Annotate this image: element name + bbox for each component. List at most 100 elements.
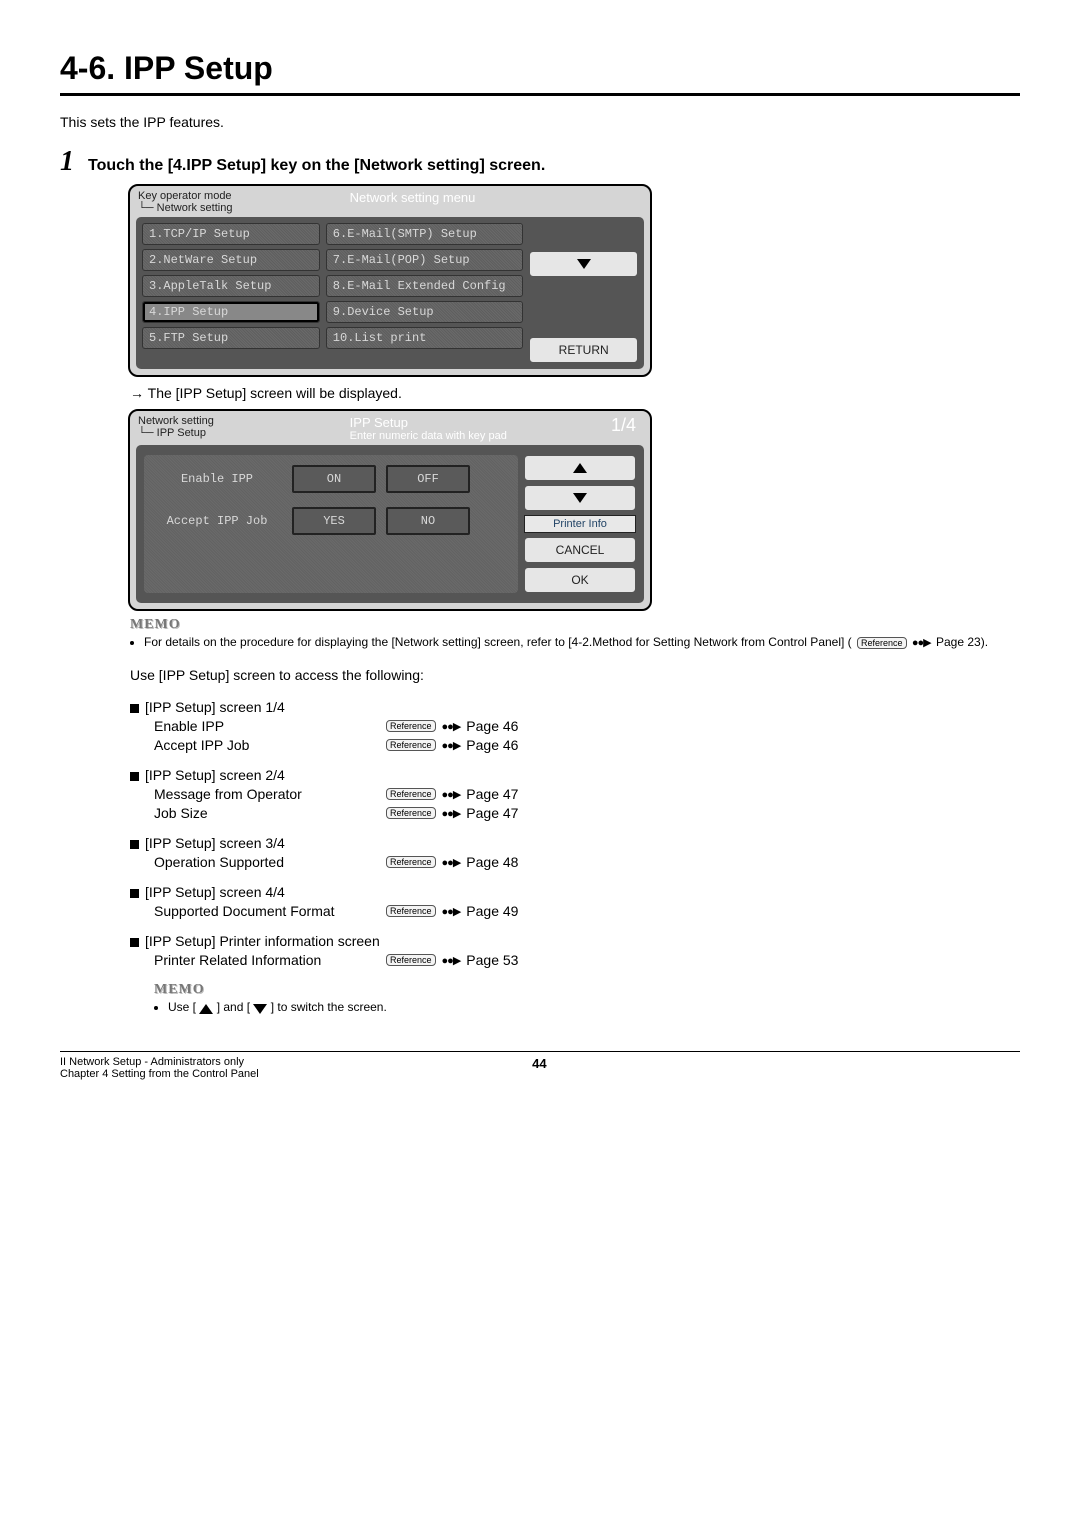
step-number: 1	[60, 148, 74, 176]
menu-netware-setup[interactable]: 2.NetWare Setup	[142, 249, 320, 271]
reference-badge: Reference	[386, 788, 436, 800]
network-setting-menu-screen: Key operator mode └─ Network setting Net…	[128, 184, 652, 377]
result-line: → The [IPP Setup] screen will be display…	[130, 385, 1020, 401]
page-ref: Page 49	[466, 903, 518, 919]
ipp-setup-screen: Network setting └─ IPP Setup IPP Setup E…	[128, 409, 652, 611]
sub-label: Job Size	[154, 805, 384, 821]
arrow-icon: →	[130, 385, 144, 401]
memo-body: Use [ ] and [ ] to switch the screen.	[154, 1000, 1020, 1015]
page-ref: Page 48	[466, 854, 518, 870]
breadcrumb-line1: Network setting	[138, 415, 350, 427]
item-head: [IPP Setup] screen 3/4	[145, 835, 285, 851]
step-1: 1 Touch the [4.IPP Setup] key on the [Ne…	[60, 148, 1020, 176]
menu-tcpip-setup[interactable]: 1.TCP/IP Setup	[142, 223, 320, 245]
up-arrow-icon	[573, 463, 587, 473]
reference-badge: Reference	[386, 905, 436, 917]
square-bullet-icon	[130, 889, 139, 898]
page-ref: Page 46	[466, 718, 518, 734]
enable-ipp-on[interactable]: ON	[292, 465, 376, 493]
up-arrow-icon	[199, 1004, 213, 1014]
menu-list-print[interactable]: 10.List print	[326, 327, 524, 349]
accept-ipp-job-label: Accept IPP Job	[152, 514, 282, 528]
reference-badge: Reference	[386, 720, 436, 732]
sub-label: Message from Operator	[154, 786, 384, 802]
accept-ipp-job-yes[interactable]: YES	[292, 507, 376, 535]
printer-info-button[interactable]: Printer Info	[524, 515, 636, 533]
item-head: [IPP Setup] Printer information screen	[145, 933, 380, 949]
enable-ipp-off[interactable]: OFF	[386, 465, 470, 493]
list-item: [IPP Setup] screen 1/4 Enable IPP Refere…	[130, 699, 1020, 753]
return-button[interactable]: RETURN	[529, 337, 638, 363]
memo-text-part2: Page 23).	[936, 635, 988, 649]
page-number: 44	[532, 1056, 546, 1080]
square-bullet-icon	[130, 840, 139, 849]
list-item: [IPP Setup] screen 3/4 Operation Support…	[130, 835, 1020, 870]
use-text: Use [IPP Setup] screen to access the fol…	[130, 667, 1020, 683]
cancel-button[interactable]: CANCEL	[524, 537, 636, 563]
sub-label: Enable IPP	[154, 718, 384, 734]
accept-ipp-job-no[interactable]: NO	[386, 507, 470, 535]
sub-label: Operation Supported	[154, 854, 384, 870]
screen-subtitle: Enter numeric data with key pad	[350, 430, 566, 442]
square-bullet-icon	[130, 938, 139, 947]
menu-email-smtp-setup[interactable]: 6.E-Mail(SMTP) Setup	[326, 223, 524, 245]
menu-ftp-setup[interactable]: 5.FTP Setup	[142, 327, 320, 349]
page-indicator: 1/4	[565, 415, 642, 442]
scroll-down-button[interactable]	[529, 251, 638, 277]
accept-ipp-job-row: Accept IPP Job YES NO	[152, 507, 510, 535]
result-text: The [IPP Setup] screen will be displayed…	[148, 385, 402, 401]
square-bullet-icon	[130, 772, 139, 781]
menu-device-setup[interactable]: 9.Device Setup	[326, 301, 524, 323]
down-arrow-icon	[573, 493, 587, 503]
enable-ipp-row: Enable IPP ON OFF	[152, 465, 510, 493]
memo2-text-c: ] to switch the screen.	[271, 1000, 387, 1014]
screen-title: Network setting menu	[350, 190, 642, 214]
page-ref: Page 47	[466, 786, 518, 802]
item-head: [IPP Setup] screen 1/4	[145, 699, 285, 715]
intro-text: This sets the IPP features.	[60, 114, 1020, 130]
scroll-down-button[interactable]	[524, 485, 636, 511]
breadcrumb-line1: Key operator mode	[138, 190, 350, 202]
hand-pointer-icon: ●●▶	[442, 856, 461, 869]
reference-badge: Reference	[857, 637, 907, 649]
breadcrumb-line2: └─ Network setting	[138, 202, 350, 214]
item-head: [IPP Setup] screen 2/4	[145, 767, 285, 783]
hand-pointer-icon: ●●▶	[442, 788, 461, 801]
menu-ipp-setup[interactable]: 4.IPP Setup	[142, 301, 320, 323]
reference-badge: Reference	[386, 739, 436, 751]
footer-left-1: II Network Setup - Administrators only	[60, 1056, 259, 1068]
list-item: [IPP Setup] Printer information screen P…	[130, 933, 1020, 968]
page-ref: Page 53	[466, 952, 518, 968]
breadcrumb-line2: └─ IPP Setup	[138, 427, 350, 439]
hand-pointer-icon: ●●▶	[442, 720, 461, 733]
list-item: [IPP Setup] screen 4/4 Supported Documen…	[130, 884, 1020, 919]
hand-pointer-icon: ●●▶	[442, 739, 461, 752]
enable-ipp-label: Enable IPP	[152, 472, 282, 486]
footer-left-2: Chapter 4 Setting from the Control Panel	[60, 1068, 259, 1080]
hand-pointer-icon: ●●▶	[442, 954, 461, 967]
memo-body: For details on the procedure for display…	[130, 635, 1020, 649]
menu-email-extended-config[interactable]: 8.E-Mail Extended Config	[326, 275, 524, 297]
title-rule	[60, 93, 1020, 96]
page-ref: Page 47	[466, 805, 518, 821]
scroll-up-button[interactable]	[524, 455, 636, 481]
footer-rule	[60, 1051, 1020, 1052]
reference-badge: Reference	[386, 807, 436, 819]
sub-label: Supported Document Format	[154, 903, 384, 919]
sub-label: Printer Related Information	[154, 952, 384, 968]
hand-pointer-icon: ●●▶	[442, 905, 461, 918]
list-item: [IPP Setup] screen 2/4 Message from Oper…	[130, 767, 1020, 821]
sub-label: Accept IPP Job	[154, 737, 384, 753]
memo-heading: MEMO	[154, 982, 1020, 998]
menu-appletalk-setup[interactable]: 3.AppleTalk Setup	[142, 275, 320, 297]
square-bullet-icon	[130, 704, 139, 713]
memo2-text-a: Use [	[168, 1000, 196, 1014]
page-footer: II Network Setup - Administrators only C…	[60, 1056, 1020, 1080]
reference-badge: Reference	[386, 856, 436, 868]
memo-text-part1: For details on the procedure for display…	[144, 635, 852, 649]
down-arrow-icon	[577, 259, 591, 269]
item-head: [IPP Setup] screen 4/4	[145, 884, 285, 900]
menu-email-pop-setup[interactable]: 7.E-Mail(POP) Setup	[326, 249, 524, 271]
screen-title: IPP Setup	[350, 415, 566, 430]
ok-button[interactable]: OK	[524, 567, 636, 593]
